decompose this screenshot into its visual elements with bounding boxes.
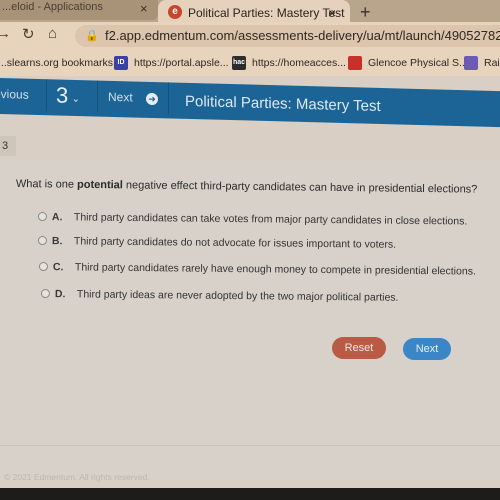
next-button[interactable]: Next	[403, 338, 451, 360]
bookmark-label: Glencoe Physical S...	[368, 57, 468, 69]
bookmark-icon	[464, 56, 478, 71]
bookmark-label: https://homeacces...	[252, 57, 346, 69]
previous-button[interactable]: Previous	[0, 78, 29, 115]
option-letter: B.	[51, 235, 63, 248]
radio-button[interactable]	[38, 261, 48, 272]
bookmark-homeaccess[interactable]: hac https://homeacces...	[232, 55, 346, 71]
divider	[97, 80, 98, 113]
edmentum-favicon-icon: e	[168, 5, 182, 19]
question-selector[interactable]: 3 ⌄	[56, 79, 80, 116]
arrow-right-circle-icon: ➜	[146, 92, 159, 105]
glencoe-icon	[348, 56, 362, 71]
close-tab-icon[interactable]: ×	[140, 2, 148, 16]
bookmark-rai[interactable]: Rai...	[464, 55, 500, 71]
hac-icon: hac	[232, 56, 246, 71]
option-text: Third party candidates do not advocate f…	[73, 235, 397, 251]
bookmark-folder[interactable]: ...slearns.org bookmarks	[0, 55, 113, 71]
lock-icon: 🔒	[85, 30, 99, 42]
id-badge-icon: ID	[114, 56, 128, 71]
bookmark-glencoe[interactable]: Glencoe Physical S...	[348, 55, 468, 71]
question-number-label: 3	[0, 136, 16, 156]
question-panel: What is one potential negative effect th…	[0, 160, 500, 482]
option-letter: A.	[51, 211, 63, 224]
radio-button[interactable]	[40, 288, 50, 299]
bookmark-portal[interactable]: ID https://portal.apsle...	[114, 55, 229, 71]
question-text: What is one potential negative effect th…	[16, 178, 478, 196]
divider	[168, 82, 169, 115]
question-emphasis: potential	[76, 178, 123, 192]
next-nav-button[interactable]: Next ➜	[108, 81, 159, 118]
url-text: f2.app.edmentum.com/assessments-delivery…	[105, 28, 500, 43]
bookmarks-bar: ...slearns.org bookmarks ID https://porta…	[0, 50, 500, 76]
question-text-part: What is one	[15, 178, 78, 191]
bookmark-label: Rai...	[484, 57, 500, 69]
forward-arrow-icon[interactable]: →	[0, 25, 11, 42]
radio-button[interactable]	[37, 211, 47, 222]
reset-button[interactable]: Reset	[332, 337, 386, 359]
bookmark-label: ...slearns.org bookmarks	[0, 57, 113, 69]
option-letter: C.	[52, 261, 64, 274]
address-bar-row: → ↻ ⌂ 🔒 f2.app.edmentum.com/assessments-…	[0, 22, 500, 50]
home-icon[interactable]: ⌂	[48, 25, 57, 42]
copyright-text: © 2021 Edmentum. All rights reserved.	[4, 472, 150, 482]
screen-bezel	[0, 488, 500, 500]
tab-applications[interactable]: ...eloid - Applications ×	[0, 0, 158, 20]
option-letter: D.	[54, 288, 66, 301]
option-text: Third party candidates can take votes fr…	[73, 211, 468, 228]
footer-divider	[0, 445, 500, 446]
reload-icon[interactable]: ↻	[22, 25, 35, 43]
divider	[46, 79, 47, 112]
bookmark-label: https://portal.apsle...	[134, 57, 229, 69]
tab-title: ...eloid - Applications	[2, 1, 103, 13]
question-text-part: negative effect third-party candidates c…	[122, 179, 478, 196]
test-title: Political Parties: Mastery Test	[185, 92, 381, 115]
chevron-down-icon: ⌄	[71, 93, 80, 105]
question-number: 3	[56, 82, 69, 108]
option-text: Third party candidates rarely have enoug…	[74, 261, 476, 278]
url-input[interactable]: 🔒 f2.app.edmentum.com/assessments-delive…	[75, 25, 500, 47]
next-label: Next	[108, 89, 133, 105]
radio-button[interactable]	[37, 235, 47, 246]
test-navigation-bar: Previous 3 ⌄ Next ➜ Political Parties: M…	[0, 78, 500, 128]
option-text: Third party ideas are never adopted by t…	[76, 288, 399, 304]
new-tab-button[interactable]: +	[360, 2, 371, 23]
